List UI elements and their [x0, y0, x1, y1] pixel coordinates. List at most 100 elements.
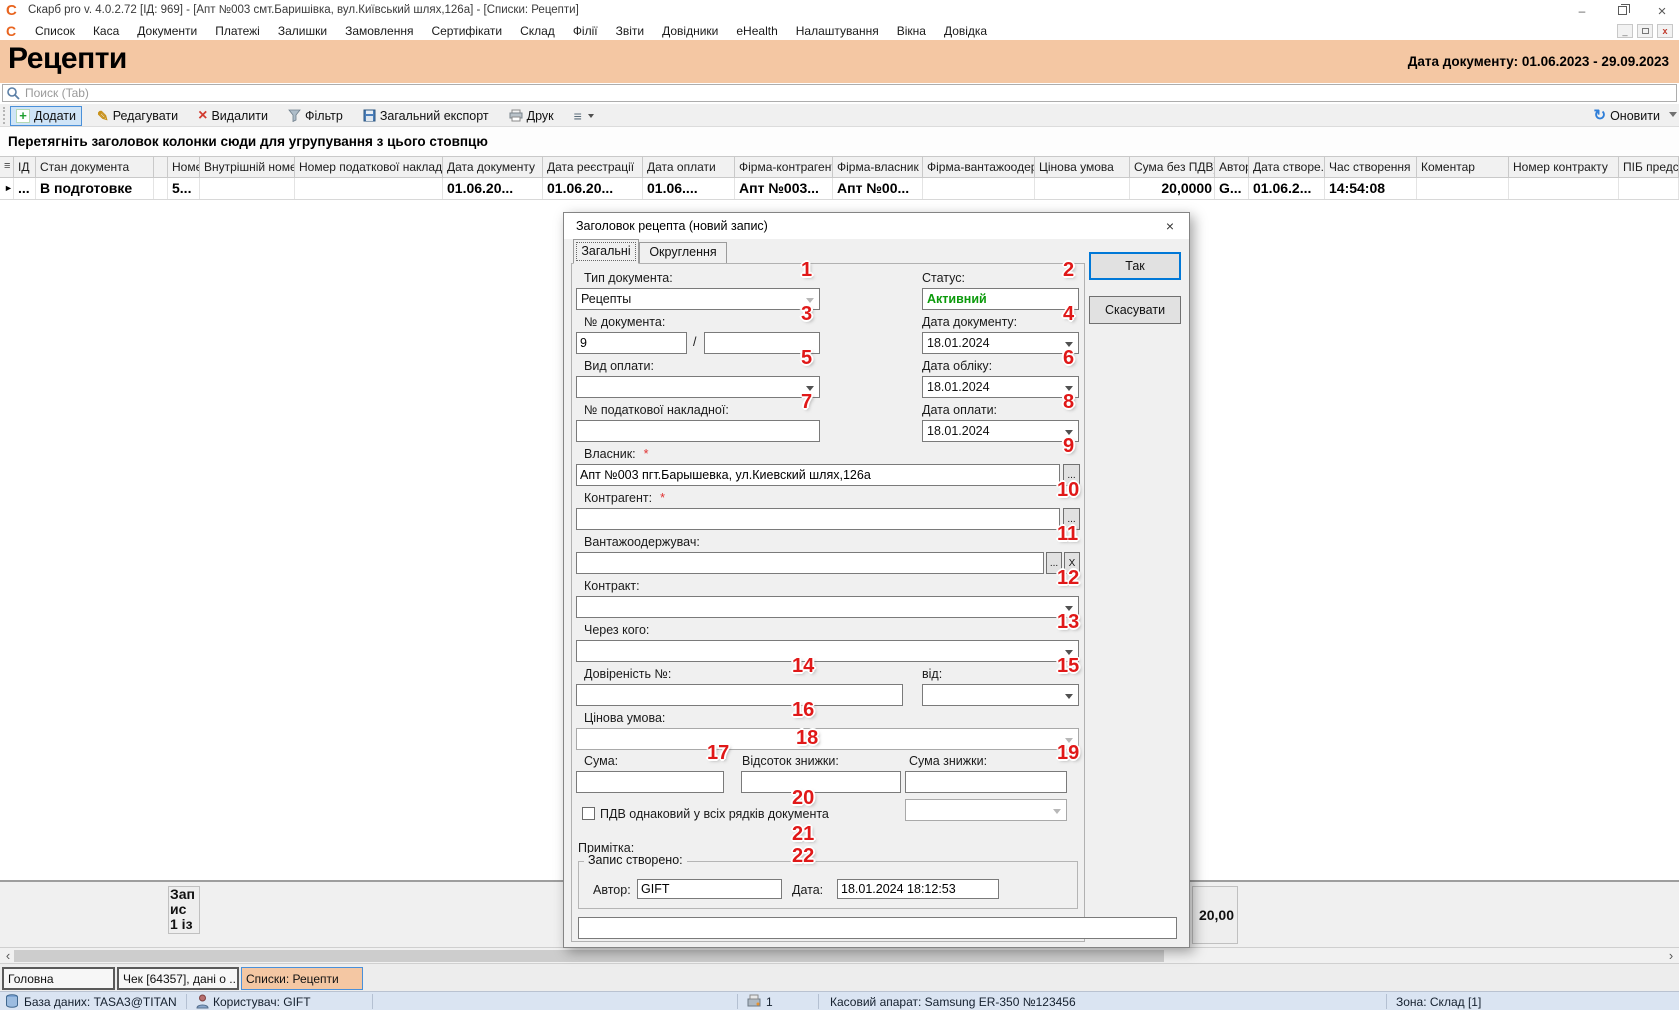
menu-item-1[interactable]: Список [26, 24, 84, 38]
menu-item-11[interactable]: Довідники [653, 24, 727, 38]
menu-item-4[interactable]: Платежі [206, 24, 269, 38]
export-button[interactable]: Загальний експорт [358, 106, 494, 126]
horizontal-scrollbar[interactable]: ‹ › [0, 947, 1679, 963]
table-cell[interactable] [1417, 178, 1509, 199]
column-header[interactable]: Дата реєстрації [543, 157, 643, 177]
edit-button[interactable]: ✎ Редагувати [92, 106, 183, 126]
table-cell[interactable] [923, 178, 1035, 199]
menu-item-12[interactable]: eHealth [727, 24, 786, 38]
contractor-input[interactable] [576, 508, 1060, 530]
tab-zahalni[interactable]: Загальні [573, 239, 639, 264]
minimize-icon[interactable]: – [1575, 4, 1589, 18]
ok-button[interactable]: Так [1089, 252, 1181, 280]
toolbar-drag-handle[interactable] [3, 107, 6, 124]
menu-item-9[interactable]: Філії [564, 24, 607, 38]
scroll-left-icon[interactable]: ‹ [1, 949, 15, 963]
add-button[interactable]: + Додати [10, 106, 82, 126]
table-cell[interactable]: 01.06.20... [443, 178, 543, 199]
scroll-right-icon[interactable]: › [1664, 949, 1678, 963]
via-whom-combobox[interactable] [576, 640, 1079, 662]
menu-item-2[interactable]: Каса [84, 24, 128, 38]
doc-type-combobox[interactable]: Рецепты [576, 288, 820, 310]
payment-date-picker[interactable]: 18.01.2024 [922, 420, 1079, 442]
column-header[interactable]: Фірма-контрагент [735, 157, 833, 177]
owner-input[interactable] [576, 464, 1060, 486]
table-cell[interactable]: 01.06.... [643, 178, 735, 199]
row-marker-icon[interactable]: ► [0, 178, 14, 199]
column-header[interactable]: Номер [168, 157, 200, 177]
table-cell[interactable]: Апт №003... [735, 178, 833, 199]
tab-chek[interactable]: Чек [64357], дані о ... [117, 967, 239, 990]
column-header[interactable]: Дата оплати [643, 157, 735, 177]
list-view-button[interactable]: ≡ [569, 106, 599, 126]
menu-item-10[interactable]: Звіти [607, 24, 654, 38]
table-cell[interactable]: В подготовке [36, 178, 154, 199]
search-input[interactable] [25, 85, 1665, 101]
note-input[interactable] [578, 917, 1177, 939]
payment-kind-combobox[interactable] [576, 376, 820, 398]
table-cell[interactable] [200, 178, 295, 199]
column-header[interactable]: ІД [14, 157, 36, 177]
table-cell[interactable]: G... [1215, 178, 1249, 199]
table-cell[interactable] [295, 178, 443, 199]
restore-icon[interactable] [1615, 4, 1629, 18]
column-header[interactable]: Сума без ПДВ): [1130, 157, 1215, 177]
table-cell[interactable] [1509, 178, 1619, 199]
column-header[interactable]: Дата створе... [1249, 157, 1325, 177]
table-cell[interactable]: Апт №00... [833, 178, 923, 199]
table-cell[interactable]: 5... [168, 178, 200, 199]
doc-number-input[interactable] [576, 332, 687, 354]
menu-item-15[interactable]: Довідка [935, 24, 996, 38]
column-header[interactable] [154, 157, 168, 177]
mdi-minimize-icon[interactable]: _ [1617, 24, 1633, 38]
table-cell[interactable]: 14:54:08 [1325, 178, 1417, 199]
sum-input[interactable] [576, 771, 724, 793]
column-header[interactable]: Фірма-власник [833, 157, 923, 177]
column-header[interactable]: Автор [1215, 157, 1249, 177]
vat-checkbox[interactable] [582, 807, 595, 820]
filter-button[interactable]: Фільтр [283, 106, 348, 126]
column-header[interactable]: Номер контракту [1509, 157, 1619, 177]
close-icon[interactable]: × [1655, 3, 1669, 20]
proxy-number-input[interactable] [576, 684, 903, 706]
account-date-picker[interactable]: 18.01.2024 [922, 376, 1079, 398]
table-cell[interactable]: ... [14, 178, 36, 199]
print-button[interactable]: Друк [504, 106, 559, 126]
tax-invoice-input[interactable] [576, 420, 820, 442]
toolbar-overflow-icon[interactable] [1669, 112, 1677, 117]
mdi-restore-icon[interactable] [1637, 24, 1653, 38]
menu-item-6[interactable]: Замовлення [336, 24, 422, 38]
menu-item-3[interactable]: Документи [128, 24, 206, 38]
column-header[interactable]: Час створення [1325, 157, 1417, 177]
contract-combobox[interactable] [576, 596, 1079, 618]
column-header[interactable]: ПІБ представ [1619, 157, 1679, 177]
tab-holovna[interactable]: Головна [2, 967, 115, 990]
column-header[interactable]: Внутрішній номер [200, 157, 295, 177]
group-by-panel[interactable]: Перетягніть заголовок колонки сюди для у… [0, 127, 1679, 156]
table-row[interactable]: ►...В подготовке 5... 01.06.20...01.06.20.… [0, 178, 1679, 200]
tab-spysky-recepty[interactable]: Списки: Рецепти [241, 967, 363, 990]
table-cell[interactable] [1035, 178, 1130, 199]
column-chooser-icon[interactable]: ≡ [0, 157, 14, 177]
menu-item-5[interactable]: Залишки [269, 24, 336, 38]
dialog-close-icon[interactable]: × [1161, 217, 1179, 235]
column-header[interactable]: Фірма-вантажоодерж... [923, 157, 1035, 177]
column-header[interactable]: Коментар [1417, 157, 1509, 177]
menu-item-7[interactable]: Сертифікати [422, 24, 511, 38]
refresh-button[interactable]: ↻ Оновити [1589, 106, 1666, 126]
cancel-button[interactable]: Скасувати [1089, 296, 1181, 324]
mdi-close-icon[interactable]: x [1657, 24, 1673, 38]
scrollbar-thumb[interactable] [14, 950, 1164, 962]
discount-percent-input[interactable] [741, 771, 901, 793]
column-header[interactable]: Номер податкової накладної [295, 157, 443, 177]
delete-button[interactable]: × Видалити [193, 106, 273, 126]
table-cell[interactable] [1619, 178, 1679, 199]
menu-item-14[interactable]: Вікна [888, 24, 935, 38]
tab-okruhlennia[interactable]: Округлення [639, 242, 727, 264]
menu-item-8[interactable]: Склад [511, 24, 564, 38]
table-cell[interactable]: 01.06.20... [543, 178, 643, 199]
table-cell[interactable] [154, 178, 168, 199]
table-cell[interactable]: 20,0000 [1130, 178, 1215, 199]
column-header[interactable]: Дата документу [443, 157, 543, 177]
column-header[interactable]: Стан документа [36, 157, 154, 177]
